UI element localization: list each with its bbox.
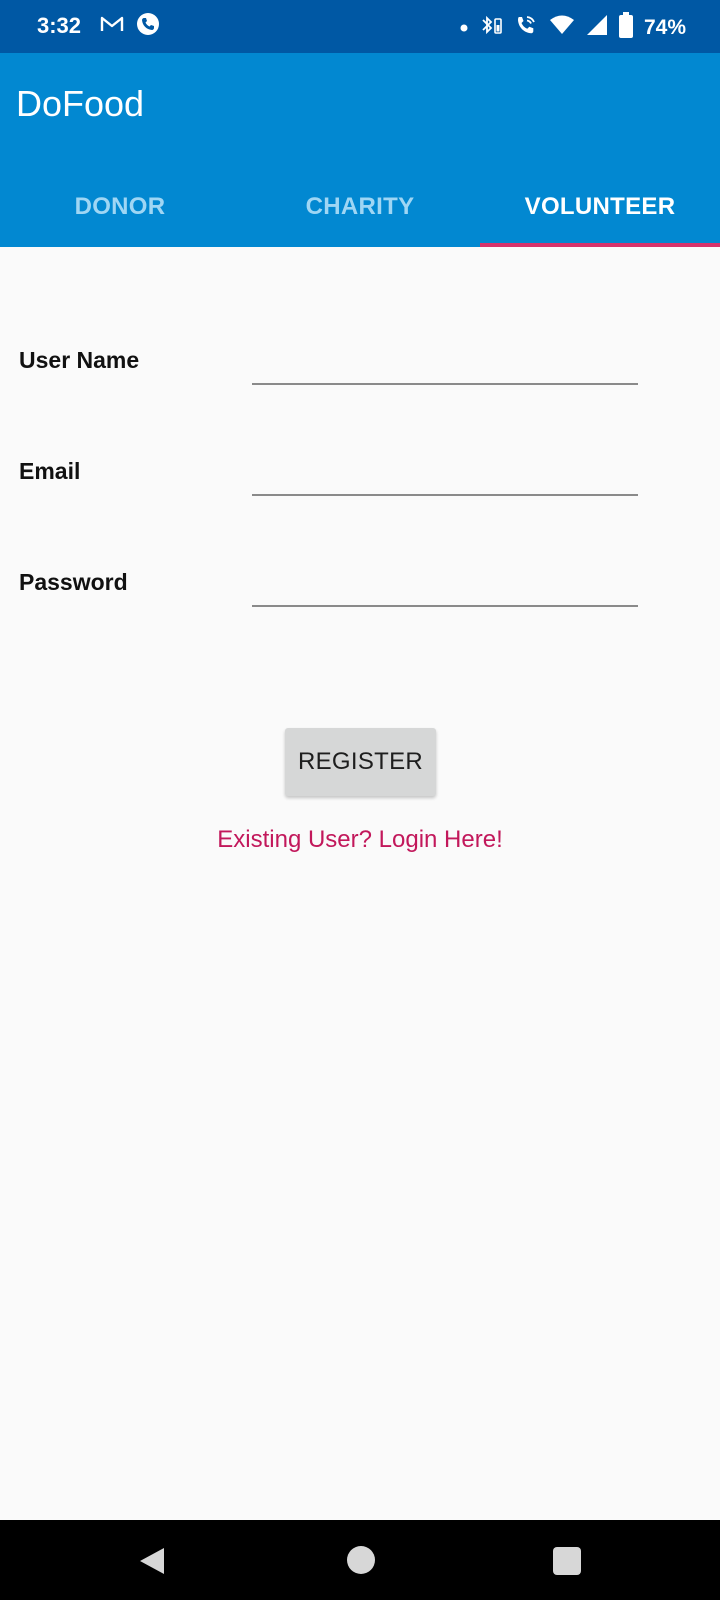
password-field[interactable]: [252, 563, 638, 607]
user-name-label: User Name: [19, 347, 140, 373]
app-bar: DoFood: [0, 53, 720, 167]
status-bar: 3:32 74%: [0, 0, 720, 53]
register-button[interactable]: REGISTER: [285, 728, 436, 796]
navigation-bar: [0, 1520, 720, 1600]
tab-volunteer[interactable]: VOLUNTEER: [480, 167, 720, 247]
back-icon[interactable]: [138, 1546, 166, 1581]
wifi-calling-icon: [514, 13, 538, 42]
recents-icon[interactable]: [553, 1547, 581, 1575]
app-title: DoFood: [16, 83, 145, 124]
battery-percent: 74%: [643, 15, 686, 39]
tab-charity[interactable]: CHARITY: [240, 167, 480, 247]
email-field[interactable]: [252, 452, 638, 496]
bluetooth-battery-icon: [479, 13, 503, 42]
phone-call-icon: [136, 12, 160, 41]
battery-icon: [618, 12, 633, 43]
login-link[interactable]: Existing User? Login Here!: [0, 826, 720, 854]
status-icons-left: [100, 12, 160, 41]
cellular-signal-icon: [586, 14, 608, 41]
wifi-icon: [549, 14, 575, 41]
home-icon[interactable]: [347, 1546, 375, 1574]
tab-donor[interactable]: DONOR: [0, 167, 240, 247]
status-time: 3:32: [37, 13, 82, 38]
gmail-icon: [100, 14, 124, 39]
tab-bar: DONOR CHARITY VOLUNTEER: [0, 167, 720, 247]
email-label: Email: [19, 458, 81, 484]
user-name-field[interactable]: [252, 341, 638, 385]
status-icons-right: 74%: [460, 12, 686, 43]
notification-dot-icon: [460, 19, 468, 37]
password-label: Password: [19, 569, 128, 595]
